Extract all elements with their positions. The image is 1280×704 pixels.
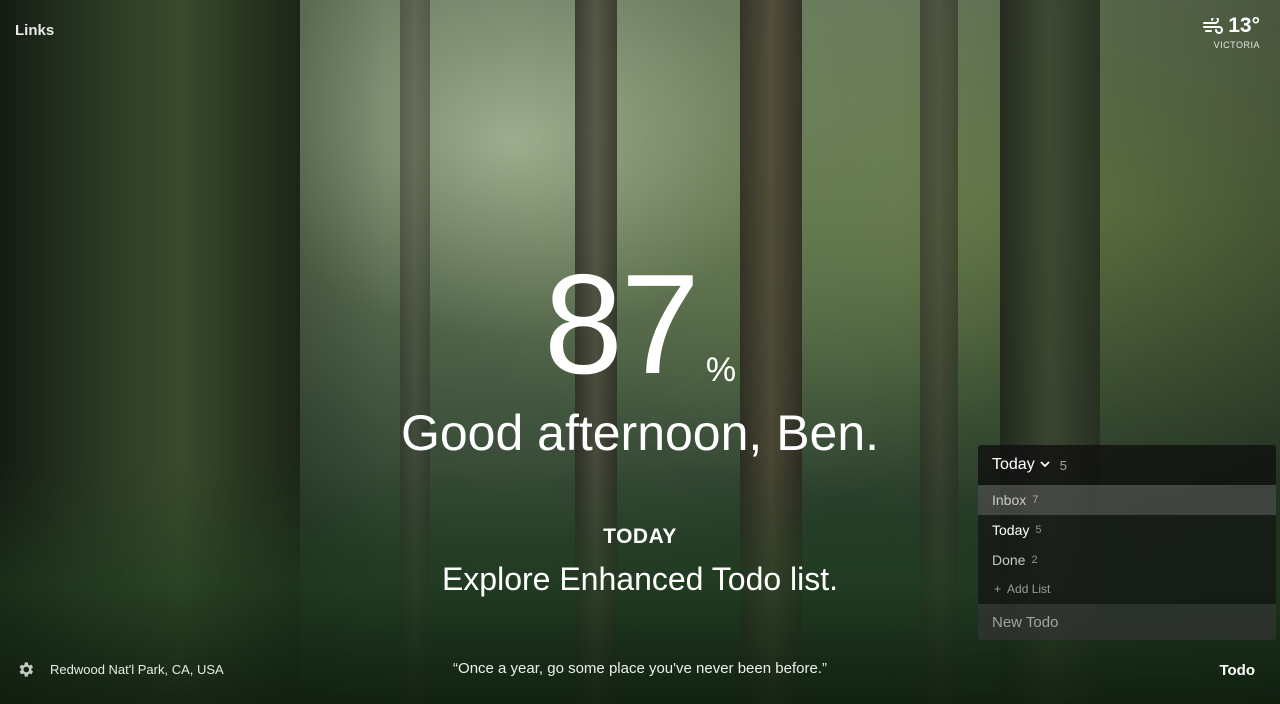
- temperature: 13°: [1228, 14, 1260, 37]
- plus-icon: +: [994, 582, 1002, 596]
- list-item-label: Today: [992, 522, 1030, 538]
- todo-panel: Today 5 Inbox 7 Today 5 Done 2 + Add Lis…: [978, 445, 1276, 640]
- weather-widget[interactable]: 13° VICTORIA: [1202, 14, 1260, 50]
- list-item-label: Done: [992, 552, 1026, 568]
- clock-unit: %: [705, 351, 737, 389]
- list-item-label: Inbox: [992, 492, 1027, 508]
- add-list-button[interactable]: + Add List: [978, 575, 1276, 603]
- todo-toggle-button[interactable]: Todo: [1219, 662, 1255, 679]
- clock: 87 %: [0, 245, 1280, 404]
- list-item-done[interactable]: Done 2: [978, 545, 1276, 575]
- new-todo-input[interactable]: [992, 613, 1276, 631]
- wind-icon: [1203, 18, 1224, 34]
- new-todo-row: [978, 604, 1276, 640]
- list-item-count: 5: [1035, 524, 1042, 536]
- clock-value: 87: [543, 245, 700, 404]
- chevron-down-icon: [1040, 460, 1050, 471]
- add-list-label: Add List: [1007, 582, 1051, 596]
- list-item-today[interactable]: Today 5: [978, 515, 1276, 545]
- list-item-inbox[interactable]: Inbox 7: [978, 485, 1276, 515]
- weather-location: VICTORIA: [1213, 40, 1260, 50]
- todo-list-selector[interactable]: Today 5: [978, 445, 1276, 485]
- quote: “Once a year, go some place you've never…: [453, 660, 827, 677]
- todo-header-label: Today: [992, 456, 1035, 473]
- todo-header-count: 5: [1059, 457, 1067, 473]
- list-item-count: 2: [1031, 554, 1038, 566]
- links-button[interactable]: Links: [15, 22, 54, 39]
- list-item-count: 7: [1032, 494, 1039, 506]
